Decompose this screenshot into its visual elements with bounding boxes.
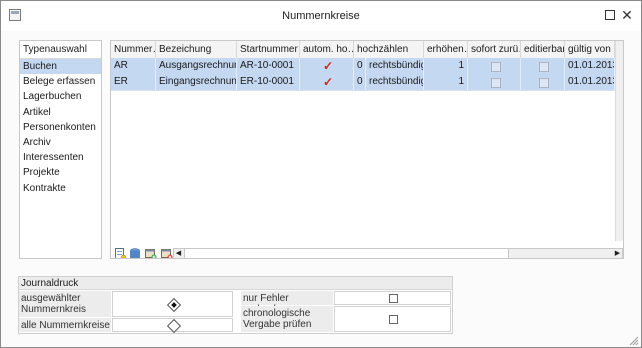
- cell-gueltig-von: 01.01.2013: [565, 58, 615, 74]
- cell-hochzaehlen: rechtsbündig: [366, 74, 424, 90]
- sidebar-item-artikel[interactable]: Artikel: [20, 105, 101, 120]
- all-ranges-option[interactable]: [112, 318, 233, 334]
- cell-nummer: AR: [111, 58, 156, 74]
- checkbox-icon: [539, 62, 549, 72]
- radio-unchecked-icon[interactable]: [166, 318, 182, 334]
- cell-startnummer: AR-10-0001: [237, 58, 300, 74]
- checkbox-icon: [490, 78, 501, 88]
- grid-header-row: Nummer… Bezeichung Startnummer autom. ho…: [111, 41, 623, 59]
- column-header-nummer[interactable]: Nummer…: [111, 41, 156, 58]
- selected-range-option[interactable]: [112, 291, 233, 317]
- chrono-check-label: chronologische Vergabe prüfen: [241, 306, 333, 332]
- cell-autom-checkbox[interactable]: ✓: [300, 58, 354, 74]
- maximize-button[interactable]: [602, 7, 618, 23]
- cell-editierbar-checkbox[interactable]: [521, 74, 565, 90]
- sidebar-item-lagerbuchen[interactable]: Lagerbuchen: [20, 89, 101, 104]
- sidebar-item-archiv[interactable]: Archiv: [20, 135, 101, 150]
- cell-erhoehen: 1: [424, 74, 468, 90]
- cell-hochzaehlen: rechtsbündig: [366, 58, 424, 74]
- cell-erhoehen: 1: [424, 58, 468, 74]
- scroll-left-icon[interactable]: ◀: [174, 249, 183, 258]
- title-bar: Nummernkreise ✕: [1, 1, 641, 31]
- cell-bezeichnung: Eingangsrechnungen: [156, 74, 237, 90]
- journal-print-header: Journaldruck: [19, 277, 452, 290]
- chrono-check-checkbox[interactable]: [389, 315, 398, 324]
- table-row[interactable]: AR Ausgangsrechnun… AR-10-0001 ✓ 0 recht…: [111, 58, 623, 75]
- scrollbar-thumb[interactable]: [184, 249, 509, 258]
- sidebar-item-buchen[interactable]: Buchen: [20, 59, 101, 75]
- horizontal-scrollbar[interactable]: ◀ ▶: [173, 248, 623, 258]
- radio-checked-icon[interactable]: [166, 297, 182, 313]
- cell-sofort-checkbox[interactable]: [468, 74, 521, 90]
- cell-bezeichnung: Ausgangsrechnun…: [156, 58, 237, 74]
- checkmark-icon: ✓: [322, 59, 334, 73]
- column-header-bezeichnung[interactable]: Bezeichung: [156, 41, 237, 58]
- delete-row-icon[interactable]: [161, 248, 173, 259]
- all-ranges-label: alle Nummernkreise: [19, 318, 111, 332]
- add-row-icon[interactable]: [145, 248, 157, 259]
- type-selection-list: Typenauswahl Buchen Belege erfassen Lage…: [19, 40, 102, 259]
- cell-gueltig-von: 01.01.2013: [565, 74, 615, 90]
- vertical-scrollbar[interactable]: [615, 41, 623, 241]
- checkbox-icon: [490, 62, 501, 72]
- checkbox-icon: [539, 78, 549, 88]
- database-icon[interactable]: [129, 248, 141, 259]
- new-document-icon[interactable]: [114, 248, 126, 259]
- column-header-erhoehen[interactable]: erhöhen…: [424, 41, 468, 58]
- column-header-sofort-zurueck[interactable]: sofort zurü…: [468, 41, 521, 58]
- close-button[interactable]: ✕: [619, 7, 635, 23]
- number-ranges-grid: Nummer… Bezeichung Startnummer autom. ho…: [110, 40, 624, 259]
- sidebar-item-personenkonten[interactable]: Personenkonten: [20, 120, 101, 135]
- cell-nummer: ER: [111, 74, 156, 90]
- errors-only-field[interactable]: [334, 291, 451, 305]
- selected-range-label: ausgewählter Nummernkreis: [19, 291, 111, 317]
- journal-print-panel: Journaldruck ausgewählter Nummernkreis a…: [18, 276, 453, 334]
- column-header-gueltig-von[interactable]: gültig von: [565, 41, 615, 58]
- scroll-right-icon[interactable]: ▶: [613, 249, 622, 258]
- checkmark-icon: ✓: [322, 75, 334, 89]
- type-selection-header: Typenauswahl: [20, 41, 101, 59]
- errors-only-checkbox[interactable]: [389, 294, 398, 303]
- table-row[interactable]: ER Eingangsrechnungen ER-10-0001 ✓ 0 rec…: [111, 74, 623, 91]
- column-header-hochzaehlen[interactable]: hochzählen: [354, 41, 424, 58]
- cell-sofort-checkbox[interactable]: [468, 58, 521, 74]
- cell-editierbar-checkbox[interactable]: [521, 58, 565, 74]
- cell-autom-checkbox[interactable]: ✓: [300, 74, 354, 90]
- sidebar-item-projekte[interactable]: Projekte: [20, 165, 101, 180]
- sidebar-item-belege-erfassen[interactable]: Belege erfassen: [20, 74, 101, 89]
- errors-only-label: nur Fehler andrucken: [241, 291, 333, 315]
- cell-startnummer: ER-10-0001: [237, 74, 300, 90]
- chrono-check-field[interactable]: [334, 306, 451, 332]
- sidebar-item-interessenten[interactable]: Interessenten: [20, 150, 101, 165]
- column-header-autom-hochzaehlen[interactable]: autom. ho…: [300, 41, 354, 58]
- column-header-startnummer[interactable]: Startnummer: [237, 41, 300, 58]
- sidebar-item-kontrakte[interactable]: Kontrakte: [20, 181, 101, 196]
- cell-hochzaehlen-number: 0: [354, 74, 366, 90]
- nummernkreise-window: Nummernkreise ✕ Typenauswahl Buchen Bele…: [0, 0, 642, 348]
- window-title: Nummernkreise: [282, 10, 360, 22]
- resize-grip-icon[interactable]: [627, 334, 639, 346]
- cell-hochzaehlen-number: 0: [354, 58, 366, 74]
- column-header-editierbar[interactable]: editierbar: [521, 41, 565, 58]
